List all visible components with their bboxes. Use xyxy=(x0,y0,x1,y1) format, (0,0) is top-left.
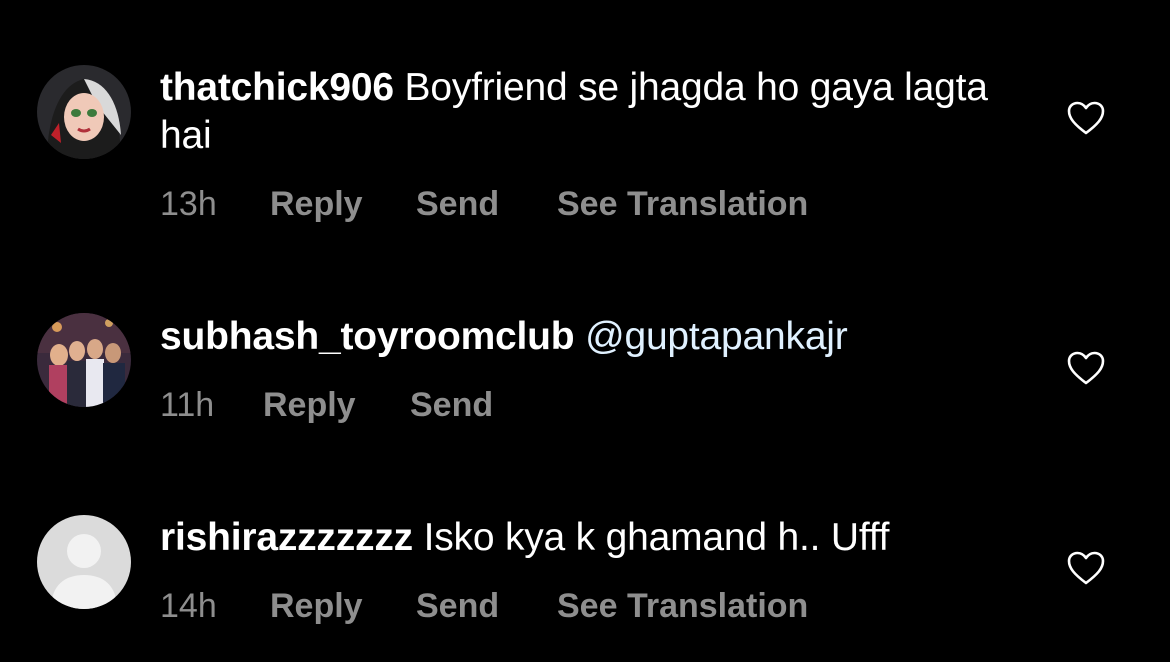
comment-username[interactable]: thatchick906 xyxy=(160,66,394,109)
reply-button[interactable]: Reply xyxy=(270,586,363,626)
comment-mention[interactable]: @guptapankajr xyxy=(585,315,848,358)
heart-outline-icon xyxy=(1067,101,1105,135)
heart-outline-icon xyxy=(1067,351,1105,385)
comment-text: rishirazzzzzzz Isko kya k ghamand h.. Uf… xyxy=(160,514,1020,562)
send-button[interactable]: Send xyxy=(416,586,499,626)
comment-username[interactable]: subhash_toyroomclub xyxy=(160,315,575,358)
comment-username[interactable]: rishirazzzzzzz xyxy=(160,516,413,559)
avatar[interactable] xyxy=(37,313,131,407)
like-button[interactable] xyxy=(1066,100,1106,136)
comment-timestamp: 11h xyxy=(160,386,215,424)
default-avatar-icon xyxy=(37,515,131,609)
comment-text: subhash_toyroomclub @guptapankajr xyxy=(160,313,1020,361)
comment-text: thatchick906 Boyfriend se jhagda ho gaya… xyxy=(160,64,1020,160)
comment-timestamp: 13h xyxy=(160,185,217,223)
heart-outline-icon xyxy=(1067,551,1105,585)
comment-timestamp: 14h xyxy=(160,587,217,625)
avatar[interactable] xyxy=(37,515,131,609)
avatar-image xyxy=(37,313,131,407)
reply-button[interactable]: Reply xyxy=(263,385,356,425)
reply-button[interactable]: Reply xyxy=(270,184,363,224)
send-button[interactable]: Send xyxy=(410,385,493,425)
avatar-image xyxy=(37,65,131,159)
see-translation-button[interactable]: See Translation xyxy=(557,586,808,626)
like-button[interactable] xyxy=(1066,350,1106,386)
like-button[interactable] xyxy=(1066,550,1106,586)
comment-body: Isko kya k ghamand h.. Ufff xyxy=(423,516,890,559)
send-button[interactable]: Send xyxy=(416,184,499,224)
avatar[interactable] xyxy=(37,65,131,159)
see-translation-button[interactable]: See Translation xyxy=(557,184,808,224)
